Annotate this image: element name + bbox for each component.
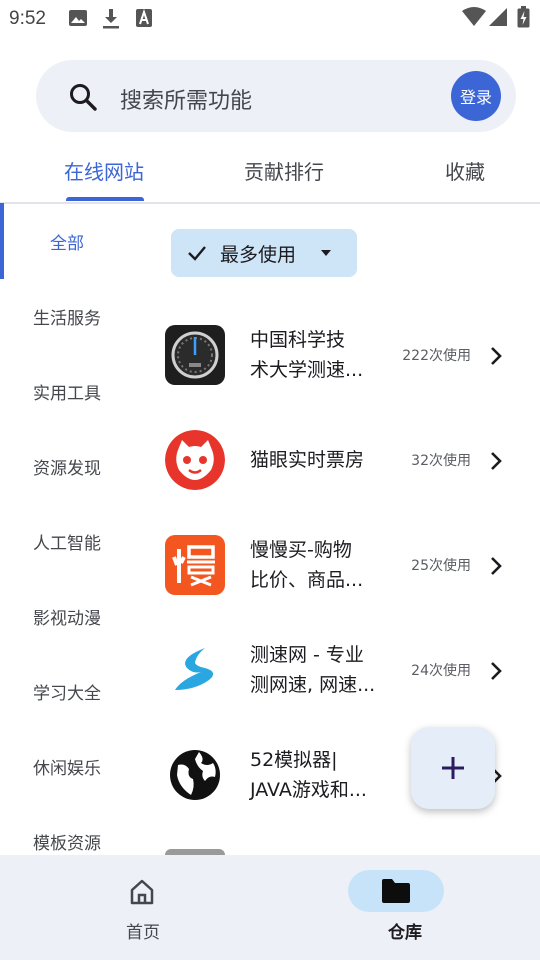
- usage-count: 24次使用: [411, 663, 471, 679]
- sidebar-item-label: 模板资源: [33, 834, 101, 854]
- check-icon: [186, 242, 208, 268]
- speedtest-logo-icon: [165, 640, 225, 700]
- cat-logo-icon: [165, 430, 225, 490]
- manmanmai-logo-icon: [165, 535, 225, 595]
- tab-favorites[interactable]: 收藏: [445, 156, 485, 185]
- usage-count: 222次使用: [402, 348, 471, 364]
- tab-indicator: [66, 197, 144, 201]
- folder-icon: [381, 878, 411, 908]
- chevron-right-icon: [489, 556, 503, 580]
- home-icon: [128, 878, 156, 910]
- sidebar-item-label: 人工智能: [33, 534, 101, 554]
- speedometer-icon: [165, 325, 225, 385]
- list-item[interactable]: 测速网 - 专业 测网速, 网速... 24次使用: [155, 620, 540, 720]
- chevron-right-icon: [489, 451, 503, 475]
- sidebar-item-label: 影视动漫: [33, 609, 101, 629]
- usage-count: 32次使用: [411, 453, 471, 469]
- nav-home-label: 首页: [126, 923, 160, 943]
- sidebar-item-label: 学习大全: [33, 684, 101, 704]
- sidebar-item-label: 全部: [50, 234, 84, 254]
- wifi-icon: [462, 7, 486, 31]
- nav-repository[interactable]: 仓库: [270, 855, 540, 960]
- list-item[interactable]: 中国科学技 术大学测速... 222次使用: [155, 305, 540, 405]
- sidebar-item-label: 生活服务: [33, 309, 101, 329]
- list-item[interactable]: 猫眼实时票房 32次使用: [155, 410, 540, 510]
- status-bar: 9:52: [0, 0, 540, 36]
- dropdown-arrow-icon: [321, 250, 331, 256]
- battery-icon: [517, 6, 530, 32]
- sidebar-item-label: 资源发现: [33, 459, 101, 479]
- search-input[interactable]: 搜索所需功能: [120, 83, 252, 115]
- nav-home[interactable]: 首页: [8, 855, 278, 960]
- a-icon: [135, 8, 153, 32]
- site-title: 中国科学技 术大学测速...: [250, 329, 364, 381]
- signal-icon: [488, 7, 508, 31]
- search-bar[interactable]: 搜索所需功能 登录: [36, 60, 516, 132]
- chevron-right-icon: [489, 346, 503, 370]
- sidebar-item-label: 实用工具: [33, 384, 101, 404]
- tab-online-sites[interactable]: 在线网站: [64, 156, 144, 185]
- tab-bar: 在线网站 贡献排行 收藏: [0, 140, 540, 204]
- bottom-navigation: 首页 仓库: [0, 855, 540, 960]
- image-icon: [68, 8, 88, 32]
- sidebar-active-indicator: [0, 203, 4, 279]
- list-item[interactable]: 慢慢买-购物 比价、商品... 25次使用: [155, 515, 540, 615]
- tab-contribution-ranking[interactable]: 贡献排行: [244, 156, 324, 185]
- site-title: 慢慢买-购物 比价、商品...: [250, 539, 364, 591]
- sort-filter-chip[interactable]: 最多使用: [171, 229, 357, 277]
- search-icon[interactable]: [68, 82, 98, 116]
- login-button[interactable]: 登录: [451, 71, 501, 121]
- add-button[interactable]: [411, 727, 495, 809]
- site-title: 测速网 - 专业 测网速, 网速...: [250, 644, 376, 696]
- globe-icon: [165, 745, 225, 805]
- sidebar-item-label: 休闲娱乐: [33, 759, 101, 779]
- nav-repository-label: 仓库: [388, 923, 422, 943]
- site-title: 猫眼实时票房: [250, 449, 365, 471]
- download-icon: [101, 8, 121, 34]
- plus-icon: [441, 756, 465, 784]
- sort-filter-label: 最多使用: [220, 244, 297, 266]
- site-title: 52模拟器| JAVA游戏和...: [250, 749, 367, 801]
- usage-count: 25次使用: [411, 558, 471, 574]
- chevron-right-icon: [489, 661, 503, 685]
- status-time: 9:52: [9, 8, 46, 29]
